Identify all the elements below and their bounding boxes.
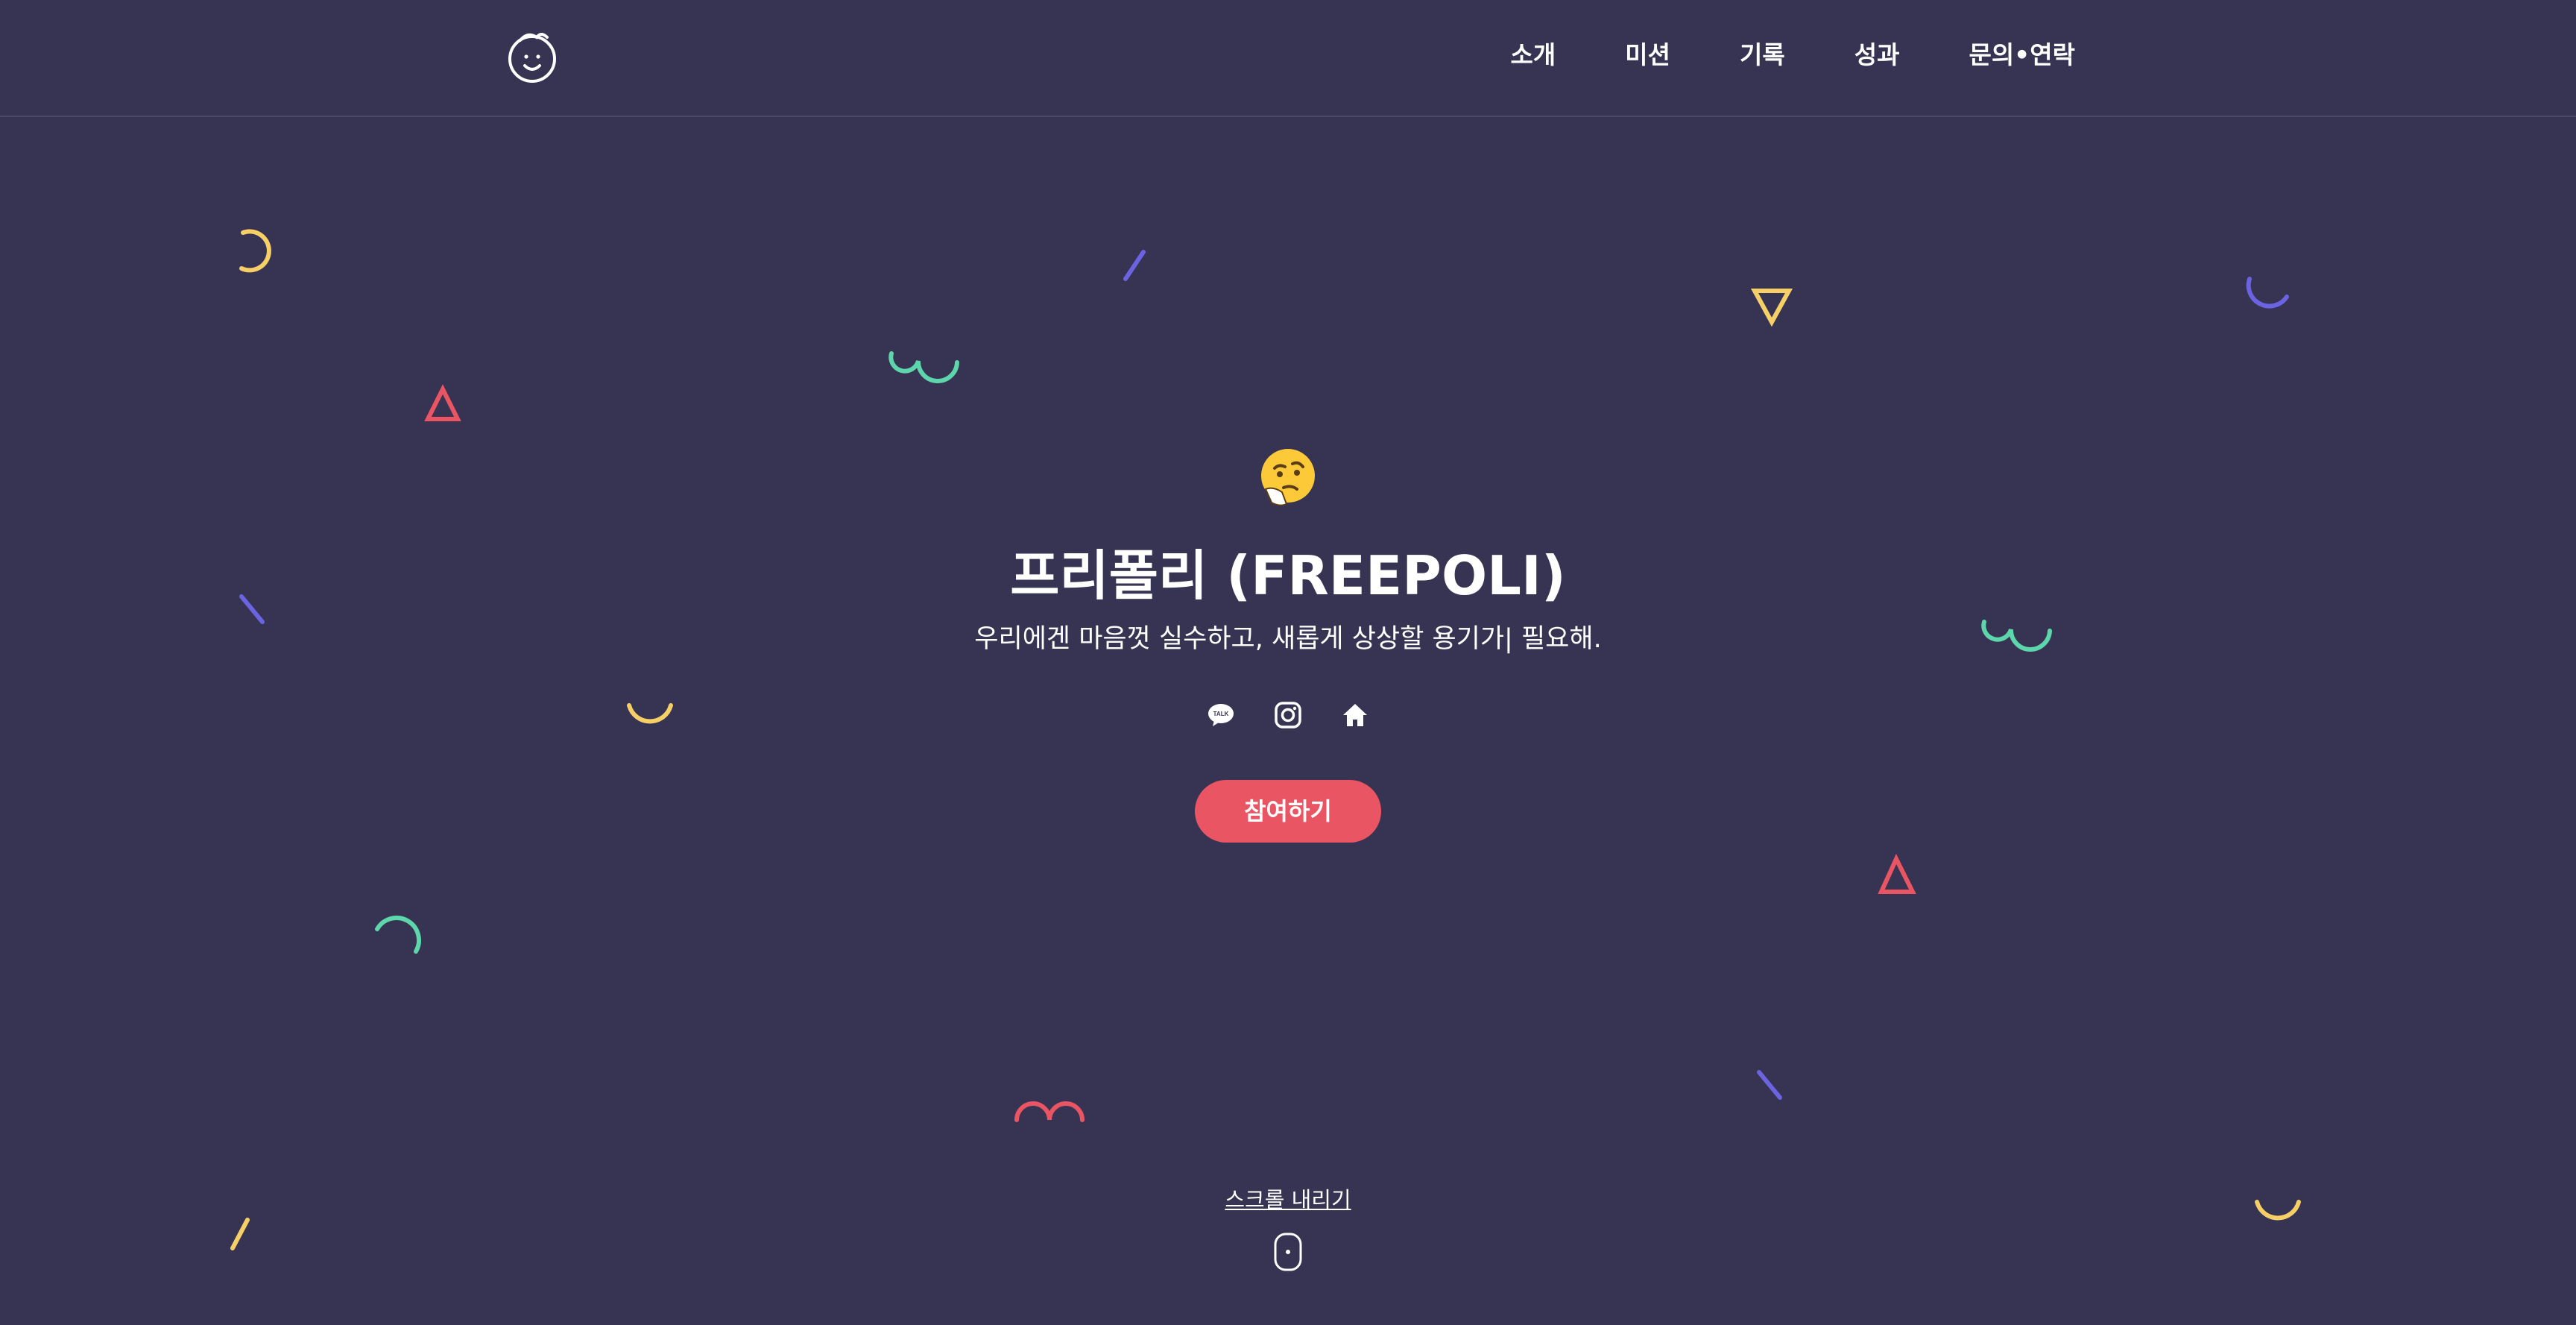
green-wave-shape	[888, 351, 959, 383]
mouse-scroll-icon	[1274, 1233, 1302, 1271]
join-button[interactable]: 참여하기	[1195, 780, 1381, 843]
thinking-face-icon	[1261, 449, 1315, 506]
scroll-down-link[interactable]: 스크롤 내리기	[1225, 1187, 1351, 1212]
purple-line-shape	[1123, 250, 1146, 281]
yellow-arc-shape	[239, 229, 271, 273]
page-subtitle: 우리에겐 마음껏 실수하고, 새롭게 상상할 용기가| 필요해.	[974, 624, 1602, 654]
purple-arc-shape	[2246, 277, 2289, 309]
svg-text:TALK: TALK	[1213, 711, 1229, 717]
instagram-icon[interactable]	[1274, 701, 1302, 729]
purple-line-shape	[1757, 1070, 1782, 1100]
kakaotalk-icon[interactable]: TALK	[1207, 701, 1235, 729]
yellow-triangle-shape	[1750, 289, 1793, 327]
social-links: TALK	[0, 701, 2576, 729]
red-wave-shape	[1014, 1101, 1085, 1122]
green-arc-shape	[375, 915, 421, 954]
red-triangle-shape	[424, 384, 461, 421]
hero-section: 프리폴리 (FREEPOLI) 우리에겐 마음껏 실수하고, 새롭게 상상할 용…	[0, 447, 2576, 843]
page-title: 프리폴리 (FREEPOLI)	[1010, 544, 1566, 607]
home-icon[interactable]	[1341, 701, 1369, 729]
scroll-indicator[interactable]: 스크롤 내리기	[0, 1183, 2576, 1272]
red-triangle-shape	[1878, 854, 1916, 894]
